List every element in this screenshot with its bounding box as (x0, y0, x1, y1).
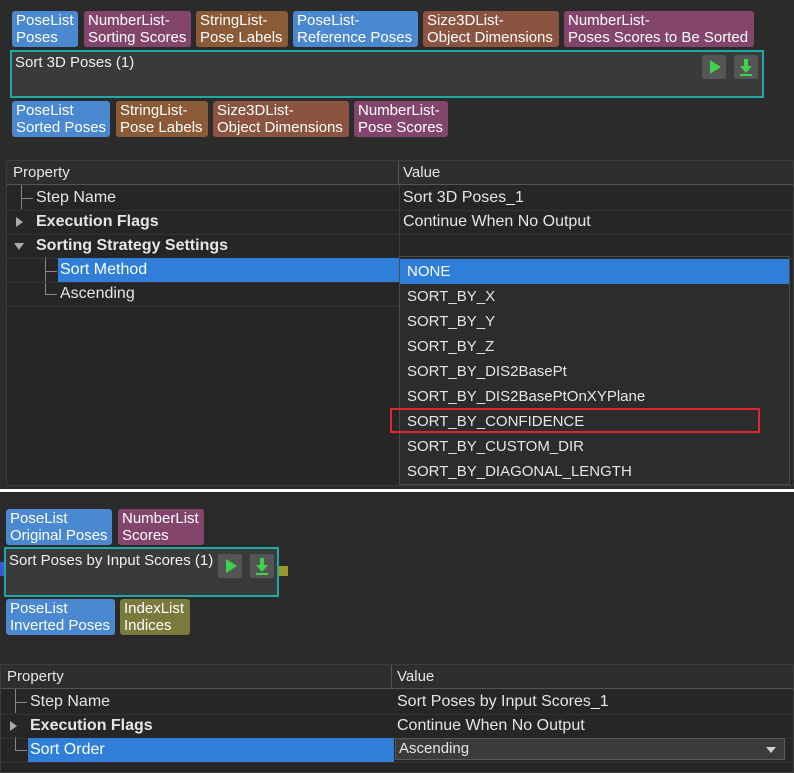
download-icon (740, 59, 752, 76)
property-label: Ascending (60, 285, 135, 302)
port-name: Original Poses (10, 527, 108, 544)
run-icon (226, 559, 237, 573)
download-button[interactable] (250, 554, 274, 578)
port-name: Reference Poses (297, 29, 413, 46)
output-port-pose-scores[interactable]: NumberList- Pose Scores (354, 101, 448, 137)
property-label: Step Name (30, 693, 111, 710)
port-type: PoseList (16, 12, 74, 29)
input-port-sorting-scores[interactable]: NumberList- Sorting Scores (84, 11, 191, 47)
port-name: Sorted Poses (16, 119, 107, 136)
run-button[interactable] (702, 55, 726, 79)
dropdown-option[interactable]: SORT_BY_DIAGONAL_LENGTH (400, 459, 789, 484)
input-port-poses[interactable]: PoseList Poses (12, 11, 78, 47)
dropdown-option[interactable]: SORT_BY_Y (400, 309, 789, 334)
run-icon (710, 60, 721, 74)
port-type: PoseList (10, 600, 68, 617)
property-label: Sort Method (58, 258, 401, 282)
property-panel-bottom: Property Value Step Name Sort Poses by I… (0, 664, 794, 773)
dropdown-arrow-icon (766, 747, 776, 753)
dropdown-option[interactable]: SORT_BY_X (400, 284, 789, 309)
input-port-object-dimensions[interactable]: Size3DList- Object Dimensions (423, 11, 559, 47)
output-port-sorted-poses[interactable]: PoseList Sorted Poses (12, 101, 110, 137)
combobox-value: Ascending (399, 740, 470, 757)
download-button[interactable] (734, 55, 758, 79)
sort-method-dropdown-list[interactable]: NONE SORT_BY_X SORT_BY_Y SORT_BY_Z SORT_… (399, 256, 790, 485)
download-icon (256, 558, 268, 575)
output-port-inverted-poses[interactable]: PoseList Inverted Poses (6, 599, 115, 635)
property-label: Sort Order (28, 738, 394, 762)
dropdown-option[interactable]: SORT_BY_Z (400, 334, 789, 359)
run-button[interactable] (218, 554, 242, 578)
port-name: Inverted Poses (10, 617, 111, 634)
property-row-execution-flags[interactable]: Execution Flags Continue When No Output (7, 210, 793, 235)
property-value[interactable]: Sort Poses by Input Scores_1 (397, 690, 609, 714)
property-value[interactable]: Continue When No Output (397, 714, 585, 738)
port-type: IndexList (124, 600, 185, 617)
input-port-reference-poses[interactable]: PoseList- Reference Poses (293, 11, 418, 47)
port-name: Poses Scores to Be Sorted (568, 29, 749, 46)
port-type: NumberList- (568, 12, 650, 29)
port-type: PoseList- (297, 12, 360, 29)
column-header-value[interactable]: Value (392, 665, 793, 689)
input-port-scores[interactable]: NumberList Scores (118, 509, 204, 545)
property-row-execution-flags[interactable]: Execution Flags Continue When No Output (1, 714, 793, 739)
port-name: Poses (16, 29, 58, 46)
port-name: Object Dimensions (427, 29, 553, 46)
port-type: PoseList (16, 102, 74, 119)
input-port-poses-scores-to-be-sorted[interactable]: NumberList- Poses Scores to Be Sorted (564, 11, 754, 47)
output-port-indices[interactable]: IndexList Indices (120, 599, 190, 635)
property-row-step-name[interactable]: Step Name Sort 3D Poses_1 (7, 186, 793, 211)
connector-right (278, 566, 288, 576)
property-row-sort-order[interactable]: Sort Order Ascending (1, 738, 793, 763)
property-label: Execution Flags (36, 213, 159, 230)
highlight-box (390, 408, 760, 433)
property-row-step-name[interactable]: Step Name Sort Poses by Input Scores_1 (1, 690, 793, 715)
step-title: Sort 3D Poses (1) (15, 54, 135, 71)
port-type: PoseList (10, 510, 68, 527)
port-type: StringList- (200, 12, 268, 29)
property-label: Execution Flags (30, 717, 153, 734)
input-port-original-poses[interactable]: PoseList Original Poses (6, 509, 112, 545)
port-type: NumberList- (88, 12, 170, 29)
port-name: Pose Scores (358, 119, 444, 136)
dropdown-option[interactable]: NONE (400, 259, 789, 284)
port-type: NumberList (122, 510, 199, 527)
port-name: Pose Labels (120, 119, 203, 136)
property-label: Step Name (36, 189, 117, 206)
dropdown-option[interactable]: SORT_BY_DIS2BasePt (400, 359, 789, 384)
port-name: Scores (122, 527, 169, 544)
column-header-property[interactable]: Property (7, 161, 399, 185)
port-type: Size3DList- (217, 102, 294, 119)
output-port-object-dimensions[interactable]: Size3DList- Object Dimensions (213, 101, 349, 137)
expand-icon[interactable] (16, 217, 23, 227)
port-name: Indices (124, 617, 172, 634)
column-header-property[interactable]: Property (1, 665, 392, 689)
step-title: Sort Poses by Input Scores (1) (9, 552, 214, 569)
property-value[interactable]: Continue When No Output (403, 210, 591, 234)
port-name: Pose Labels (200, 29, 283, 46)
input-port-pose-labels[interactable]: StringList- Pose Labels (196, 11, 288, 47)
step-node-sort-poses-by-input-scores[interactable]: Sort Poses by Input Scores (1) (4, 547, 279, 597)
port-type: StringList- (120, 102, 188, 119)
output-port-pose-labels[interactable]: StringList- Pose Labels (116, 101, 208, 137)
sort-order-combobox[interactable]: Ascending (395, 738, 785, 760)
dropdown-option[interactable]: SORT_BY_DIS2BasePtOnXYPlane (400, 384, 789, 409)
expand-icon[interactable] (10, 721, 17, 731)
step-node-sort-3d-poses[interactable]: Sort 3D Poses (1) (10, 50, 764, 98)
port-type: NumberList- (358, 102, 440, 119)
property-label: Sorting Strategy Settings (36, 237, 229, 254)
port-name: Sorting Scores (88, 29, 187, 46)
collapse-icon[interactable] (14, 243, 24, 250)
property-value[interactable]: Sort 3D Poses_1 (403, 186, 524, 210)
port-name: Object Dimensions (217, 119, 343, 136)
port-type: Size3DList- (427, 12, 504, 29)
dropdown-option[interactable]: SORT_BY_CUSTOM_DIR (400, 434, 789, 459)
column-header-value[interactable]: Value (399, 161, 793, 185)
